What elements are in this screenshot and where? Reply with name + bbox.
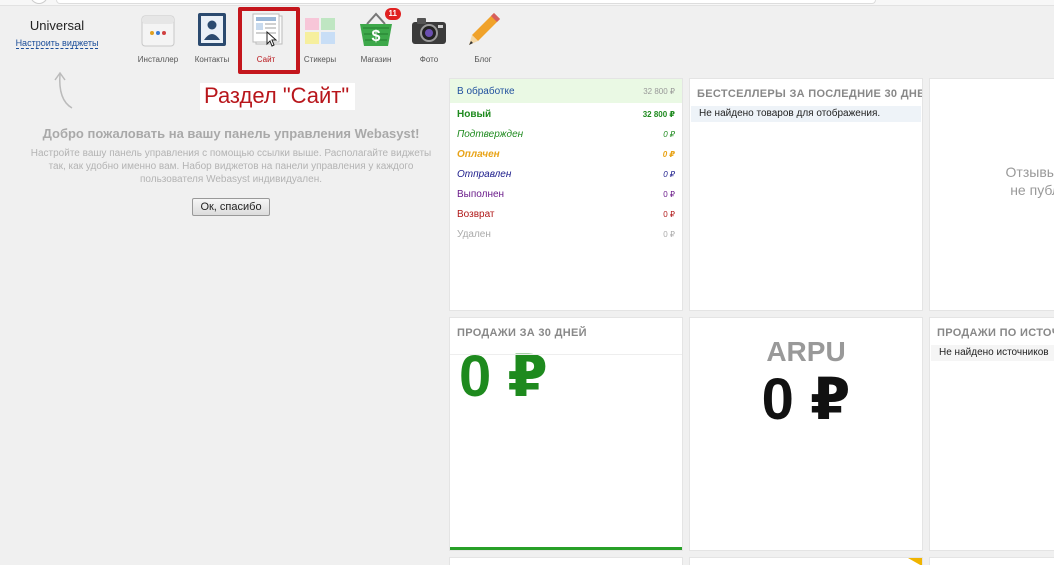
app-stickers[interactable]: Стикеры — [293, 10, 347, 64]
browser-top-strip — [0, 0, 1054, 6]
contacts-icon — [193, 10, 231, 50]
app-installer[interactable]: Инсталлер — [131, 10, 185, 64]
sales-30-value: 0 ₽ — [459, 344, 548, 409]
empty-message: Не найдено источников — [931, 345, 1054, 361]
app-label: Стикеры — [303, 55, 337, 64]
welcome-panel: Добро пожаловать на вашу панель управлен… — [30, 126, 432, 216]
order-status-row[interactable]: Оплачен 0 ₽ — [450, 144, 682, 164]
camera-icon — [410, 10, 448, 50]
shop-badge: 11 — [384, 8, 401, 20]
app-label: Контакты — [194, 55, 230, 64]
address-bar[interactable] — [56, 0, 876, 4]
order-status-row[interactable]: Новый 32 800 ₽ — [450, 104, 682, 124]
order-status-row[interactable]: Возврат 0 ₽ — [450, 204, 682, 224]
customize-widgets-link[interactable]: Настроить виджеты — [15, 38, 99, 49]
site-section-caption: Раздел "Сайт" — [200, 83, 356, 110]
orders-header-row[interactable]: В обработке 32 800 ₽ — [450, 79, 682, 103]
order-status: В обработке — [457, 85, 515, 97]
order-status: Оплачен — [457, 148, 500, 160]
order-status: Отправлен — [457, 168, 512, 180]
sales-by-source-widget: ПРОДАЖИ ПО ИСТОЧНИКАМ Не найдено источни… — [929, 317, 1054, 551]
order-value: 32 800 ₽ — [642, 109, 675, 119]
app-contacts[interactable]: Контакты — [185, 10, 239, 64]
reviews-widget: Отзывы о то не публико — [929, 78, 1054, 311]
pencil-icon — [464, 10, 502, 50]
widget-title: ПРОДАЖИ ЗА 30 ДНЕЙ — [457, 327, 587, 339]
bestsellers-widget: БЕСТСЕЛЛЕРЫ ЗА ПОСЛЕДНИЕ 30 ДНЕЙ Не найд… — [689, 78, 923, 311]
order-value: 0 ₽ — [663, 209, 675, 219]
app-label: Блог — [474, 55, 492, 64]
arpu-title: ARPU — [766, 336, 846, 367]
account-block: Universal Настроить виджеты — [14, 18, 100, 51]
divider — [450, 354, 682, 355]
order-value: 0 ₽ — [663, 129, 675, 139]
stickers-icon — [301, 10, 339, 50]
reviews-message: Отзывы о то не публико — [966, 163, 1054, 199]
reviews-line-2: не публико — [1010, 182, 1054, 198]
widget-bottom-2 — [689, 557, 923, 565]
shop-basket-icon: $ 11 — [357, 8, 401, 50]
ok-thanks-button[interactable]: Ок, спасибо — [192, 198, 270, 216]
order-status-row[interactable]: Удален 0 ₽ — [450, 224, 682, 244]
order-status: Выполнен — [457, 188, 505, 200]
order-rows: Новый 32 800 ₽ Подтвержден 0 ₽ Оплачен 0 ₽ Отп… — [450, 104, 682, 244]
app-shop[interactable]: $ 11 Магазин — [349, 8, 403, 64]
welcome-text: Настройте вашу панель управления с помощ… — [30, 148, 432, 185]
order-status-row[interactable]: Отправлен 0 ₽ — [450, 164, 682, 184]
app-label: Магазин — [360, 55, 392, 64]
arrow-up-icon — [54, 71, 73, 109]
widget-bottom-3 — [929, 557, 1054, 565]
order-value: 0 ₽ — [663, 169, 675, 179]
order-value: 32 800 ₽ — [643, 86, 675, 96]
widget-bottom-1 — [449, 557, 683, 565]
corner-marker-icon — [908, 558, 922, 565]
reviews-line-1: Отзывы о то — [1005, 164, 1054, 180]
order-value: 0 ₽ — [663, 189, 675, 199]
reload-icon[interactable] — [30, 0, 48, 4]
order-status-row[interactable]: Подтвержден 0 ₽ — [450, 124, 682, 144]
sales-30-days-widget: ПРОДАЖИ ЗА 30 ДНЕЙ 0 ₽ — [449, 317, 683, 551]
svg-text:$: $ — [372, 28, 381, 45]
app-photos[interactable]: Фото — [402, 10, 456, 64]
app-label: Фото — [419, 55, 439, 64]
widget-title: ПРОДАЖИ ПО ИСТОЧНИКАМ — [937, 327, 1054, 339]
sales-progress-line — [450, 547, 682, 550]
account-name: Universal — [29, 18, 85, 33]
app-label: Инсталлер — [137, 55, 179, 64]
order-status: Возврат — [457, 208, 495, 220]
empty-message: Не найдено товаров для отображения. — [691, 106, 921, 122]
order-status: Подтвержден — [457, 128, 524, 140]
welcome-title: Добро пожаловать на вашу панель управлен… — [42, 126, 420, 141]
site-highlight-box — [238, 7, 300, 74]
order-value: 0 ₽ — [662, 149, 675, 159]
order-status: Удален — [457, 228, 491, 240]
order-status: Новый — [457, 108, 492, 120]
order-value: 0 ₽ — [663, 229, 675, 239]
arpu-widget: ARPU 0 ₽ — [689, 317, 923, 551]
widget-title: БЕСТСЕЛЛЕРЫ ЗА ПОСЛЕДНИЕ 30 ДНЕЙ — [697, 88, 923, 100]
orders-widget: В обработке 32 800 ₽ Новый 32 800 ₽ Подтве… — [449, 78, 683, 311]
arpu-value: 0 ₽ — [761, 367, 851, 432]
order-status-row[interactable]: Выполнен 0 ₽ — [450, 184, 682, 204]
installer-icon — [139, 10, 177, 50]
app-blog[interactable]: Блог — [456, 10, 510, 64]
